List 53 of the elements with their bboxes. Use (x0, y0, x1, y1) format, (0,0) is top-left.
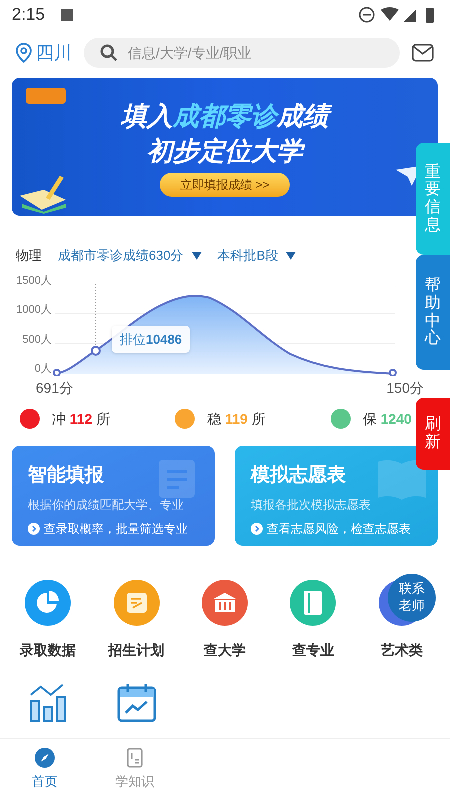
search-icon (100, 44, 118, 62)
pie-chart-icon (35, 590, 62, 616)
side-tab[interactable]: 帮助中心 (416, 255, 450, 370)
nav-tab[interactable]: 首页 (0, 739, 90, 800)
document-pen-icon (124, 590, 149, 614)
contact-teacher-float-menu[interactable]: 联系老师 (388, 574, 436, 622)
y-axis-label: 1500人 (16, 276, 52, 286)
envelope-icon (412, 44, 434, 62)
subject-label: 物理 (16, 247, 42, 265)
logo-icon (26, 88, 66, 104)
banner-subline: 初步定位大学 (147, 134, 303, 167)
legend-label: 冲 112 所 (52, 410, 110, 428)
caret-icon (286, 252, 296, 260)
shortcut-button[interactable]: 录取数据 (4, 580, 92, 660)
card-link[interactable]: 查录取概率，批量筛选专业 (44, 520, 188, 538)
card-link[interactable]: 查看志愿风险，检查志愿表 (267, 520, 411, 538)
y-axis-label: 1000人 (16, 305, 52, 316)
status-time: 2:15 (12, 4, 46, 26)
shortcut-button[interactable]: 招生计划 (92, 580, 181, 660)
search-field[interactable]: 信息/大学/专业/职业 (84, 38, 400, 68)
card-subtitle: 填报各批次模拟志愿表 (251, 497, 372, 514)
y-axis-label: 0人 (34, 364, 52, 376)
arrow-circle-icon (251, 523, 263, 535)
score-dropdown[interactable]: 成都市零诊成绩630分 (58, 246, 202, 266)
notebook-icon (126, 748, 144, 768)
card-title: 智能填报 (28, 464, 104, 488)
book-icon (302, 590, 324, 616)
notification-icon (61, 9, 74, 21)
rank-tooltip: 排位10486 (112, 326, 190, 353)
open-book-icon (376, 458, 428, 502)
y-axis-label: 500人 (22, 334, 52, 346)
nav-tab[interactable]: 学知识 (90, 739, 180, 800)
x-axis-label: 691分 (36, 378, 74, 398)
legend-label: 保 1240 (362, 410, 412, 428)
x-axis-label: 150分 (386, 378, 424, 398)
calendar-chart-icon (116, 682, 157, 722)
side-tab[interactable]: 刷新 (416, 398, 450, 470)
location-selector[interactable]: 四川 (16, 40, 72, 66)
building-icon (212, 590, 238, 614)
message-button[interactable] (412, 44, 434, 62)
shortcut-button[interactable]: 查大学 (180, 580, 270, 660)
compass-icon (35, 748, 55, 768)
fill-score-button[interactable]: 立即填报成绩 >> (160, 173, 290, 197)
card-subtitle: 根据你的成绩匹配大学、专业 (28, 497, 185, 514)
feature-card[interactable]: 智能填报 根据你的成绩匹配大学、专业 查录取概率，批量筛选专业 (12, 446, 215, 546)
location-pin-icon (16, 43, 32, 63)
shortcut-button[interactable]: 查专业 (269, 580, 358, 660)
caret-icon (192, 252, 202, 260)
score-dropdown[interactable]: 本科批B段 (218, 246, 296, 266)
arrow-circle-icon (28, 523, 40, 535)
bar-chart-icon (29, 682, 68, 722)
legend-label: 稳 119 所 (207, 410, 266, 428)
card-title: 模拟志愿表 (251, 464, 346, 488)
